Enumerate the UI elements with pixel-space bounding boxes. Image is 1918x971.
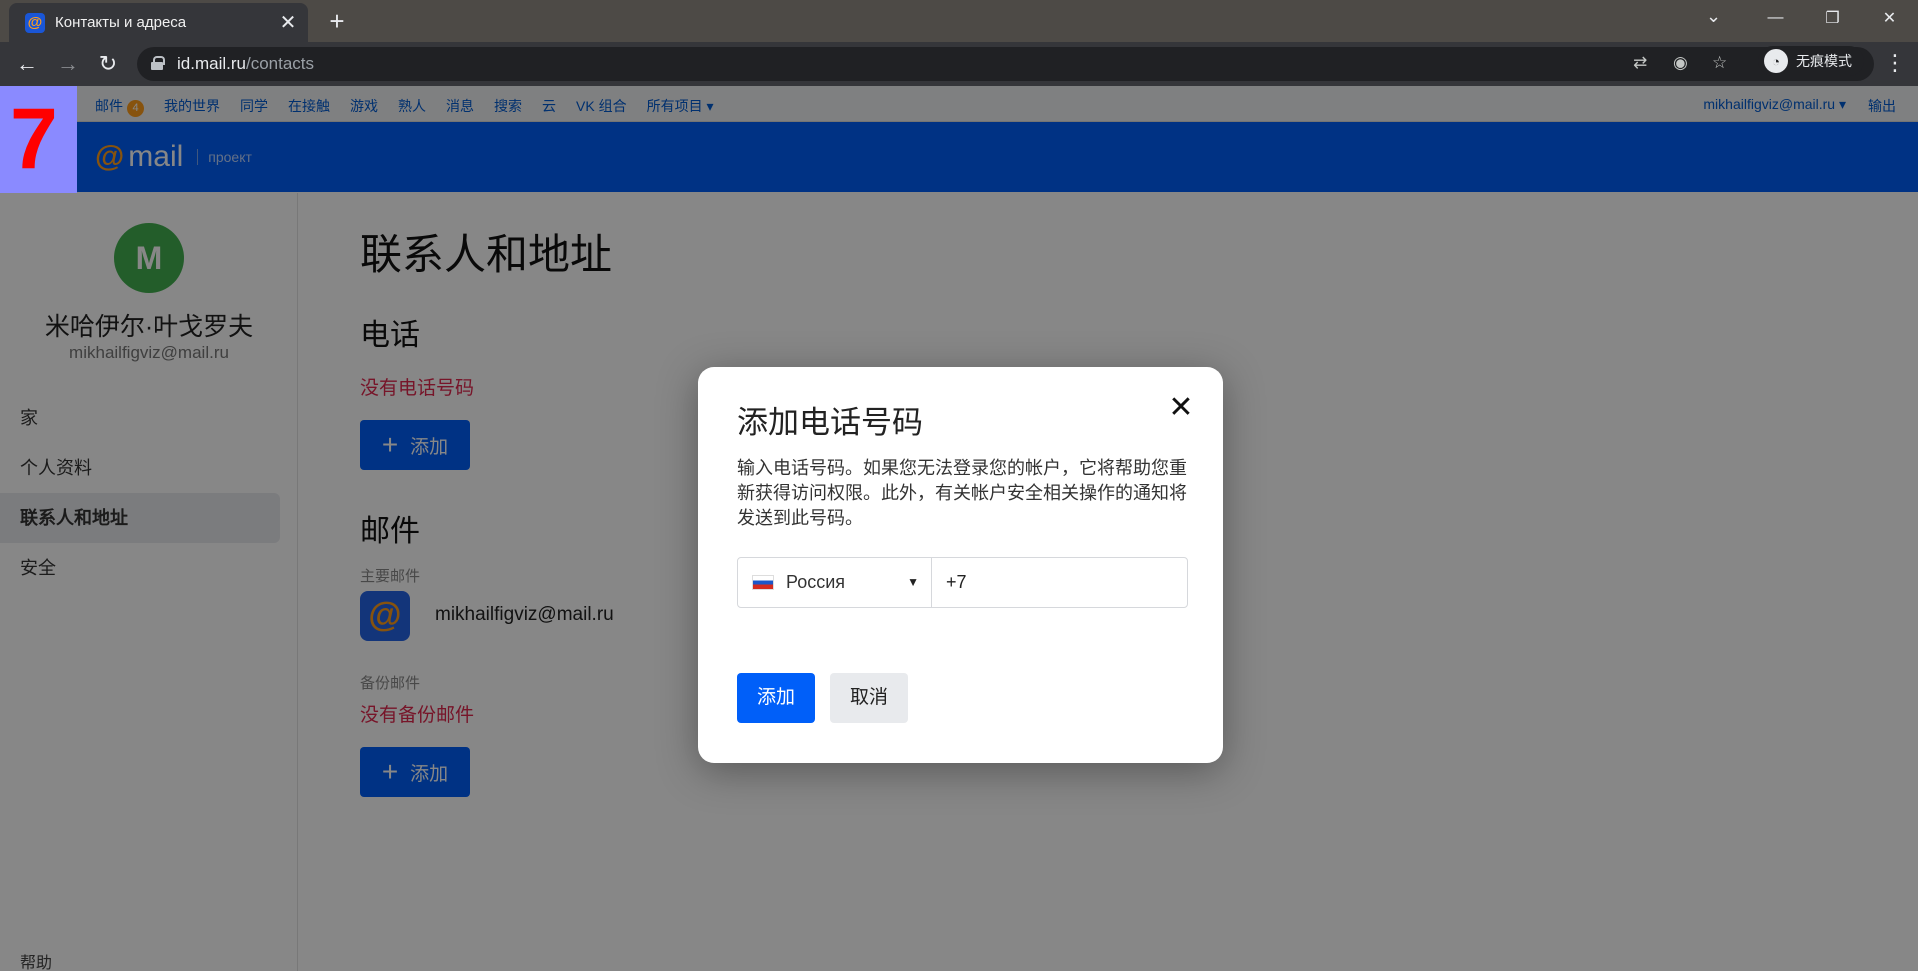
url-domain: id.mail.ru [177, 54, 246, 73]
add-button[interactable]: 添加 [737, 673, 815, 723]
browser-toolbar: ← → ↻ id.mail.ru/contacts ⇄ ◉ ☆ ◔ 无痕模式 ⋮ [0, 42, 1918, 86]
incognito-label: 无痕模式 [1796, 53, 1852, 69]
country-select[interactable]: Россия ▼ [738, 558, 932, 607]
translate-icon[interactable]: ⇄ [1633, 53, 1647, 73]
tab-title: Контакты и адреса [55, 14, 187, 31]
dialog-title: 添加电话号码 [737, 405, 923, 440]
close-icon[interactable]: ✕ [1166, 393, 1196, 423]
close-window-icon[interactable]: ✕ [1861, 0, 1918, 36]
menu-kebab-icon[interactable]: ⋮ [1884, 50, 1906, 76]
cancel-button[interactable]: 取消 [830, 673, 908, 723]
bookmark-star-icon[interactable]: ☆ [1712, 53, 1727, 73]
close-tab-icon[interactable]: ✕ [274, 13, 302, 33]
minimize-icon[interactable]: — [1747, 0, 1804, 36]
country-name: Россия [786, 572, 846, 592]
new-tab-button[interactable]: + [322, 6, 352, 36]
forward-icon[interactable]: → [54, 50, 82, 78]
incognito-indicator[interactable]: ◔ 无痕模式 [1758, 46, 1864, 76]
step-number-marker: 7 [0, 86, 77, 193]
address-bar[interactable]: id.mail.ru/contacts ⇄ ◉ ☆ [137, 47, 1874, 81]
add-phone-dialog: 添加电话号码 ✕ 输入电话号码。如果您无法登录您的帐户，它将帮助您重新获得访问权… [698, 367, 1223, 763]
dialog-description: 输入电话号码。如果您无法登录您的帐户，它将帮助您重新获得访问权限。此外，有关帐户… [737, 458, 1187, 528]
back-icon[interactable]: ← [13, 50, 41, 78]
reload-icon[interactable]: ↻ [94, 50, 122, 78]
restore-icon[interactable]: ❐ [1804, 0, 1861, 36]
browser-tabbar: @ Контакты и адреса ✕ + ⌄ — ❐ ✕ [0, 0, 1918, 42]
lock-icon [151, 56, 165, 70]
tracking-eye-icon[interactable]: ◉ [1673, 53, 1688, 73]
url-path: /contacts [245, 54, 315, 73]
tab-search-icon[interactable]: ⌄ [1706, 6, 1721, 27]
phone-input-group: Россия ▼ [737, 557, 1188, 608]
russia-flag-icon [752, 575, 774, 590]
browser-tab[interactable]: @ Контакты и адреса ✕ [9, 3, 308, 42]
phone-number-input[interactable] [932, 558, 1187, 607]
mail-favicon-icon: @ [25, 12, 45, 33]
incognito-icon: ◔ [1764, 49, 1788, 73]
chevron-down-icon: ▼ [907, 575, 919, 589]
